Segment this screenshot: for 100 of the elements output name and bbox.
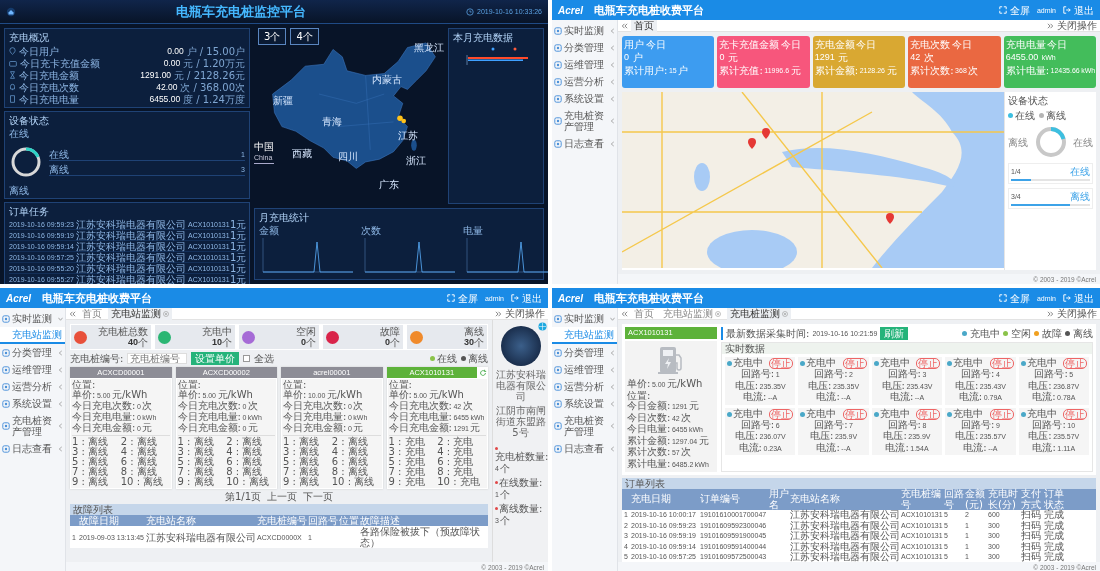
pile-info-label: 位置: <box>627 389 651 401</box>
prev-link[interactable]: 上一页 <box>267 491 298 502</box>
current-label: 电流: <box>738 441 762 453</box>
tile-value: 30 <box>464 337 474 348</box>
sidebar-item[interactable]: 充电桩资产管理 <box>0 412 65 440</box>
voltage-label: 电压: <box>881 379 905 391</box>
sidebar-item[interactable]: 日志查看 <box>552 135 617 152</box>
next-link[interactable]: 下一页 <box>303 491 334 502</box>
search-label: 充电桩编号: <box>70 353 124 364</box>
port-status: 充电中 <box>733 358 763 369</box>
port-status: 3 : 离线 <box>177 447 215 457</box>
tab[interactable]: 充电站监测 <box>660 307 724 320</box>
card-title: 用户 <box>624 39 644 50</box>
pile-info-unit: 元 <box>247 422 258 433</box>
close-icon <box>715 310 721 317</box>
close-tabs-button[interactable]: 关闭操作 <box>505 308 545 319</box>
pile-info-unit: 元/kWh <box>112 389 148 400</box>
province-label[interactable]: 青海 <box>322 116 343 127</box>
fullscreen-link[interactable]: 全屏 <box>1009 4 1030 16</box>
port-status: 9 : 离线 <box>283 477 321 487</box>
sidebar-item[interactable]: 充电桩资产管理 <box>552 412 617 440</box>
table-cell-text: 完成 <box>1044 552 1065 563</box>
sidebar-item[interactable]: 运营分析 <box>552 73 617 90</box>
port-status: 2 : 离线 <box>120 437 158 447</box>
logout-link[interactable]: 退出 <box>1074 292 1094 304</box>
pile-info-unit: 元/kWh <box>667 378 703 389</box>
province-label[interactable]: 黑龙江 <box>413 42 444 54</box>
sidebar-item[interactable]: 充电桩资产管理 <box>552 107 617 135</box>
sidebar-item[interactable]: 运维管理 <box>0 361 65 378</box>
fullscreen-link[interactable]: 全屏 <box>1009 292 1030 304</box>
sidebar-item[interactable]: 运维管理 <box>552 361 617 378</box>
tab[interactable]: 首页 <box>79 307 105 320</box>
sidebar-item[interactable]: 系统设置 <box>552 395 617 412</box>
close-tabs-button[interactable]: 关闭操作 <box>1057 20 1097 31</box>
voltage-label: 电压: <box>734 379 759 391</box>
sidebar-item[interactable]: 运营分析 <box>0 378 65 395</box>
sidebar-item[interactable]: 运维管理 <box>552 56 617 73</box>
port-status: 2 : 离线 <box>226 437 264 447</box>
logout-link[interactable]: 退出 <box>522 292 542 304</box>
province-label[interactable]: 广东 <box>379 179 400 191</box>
tile-value: 0 <box>301 337 306 348</box>
card-title: 充卡充值金额 <box>719 39 780 50</box>
document-icon <box>9 95 16 103</box>
close-tabs-button[interactable]: 关闭操作 <box>1057 308 1097 319</box>
fact-unit: 个 <box>499 489 510 500</box>
pile-info-label: 今日充电电量: <box>72 411 136 422</box>
checkbox[interactable] <box>243 355 251 362</box>
sidebar-subitem[interactable]: 充电站监测 <box>552 327 617 344</box>
voltage-label: 电压: <box>734 430 759 441</box>
column-header: 故障描述 <box>360 515 401 526</box>
stat-value: 42.00 <box>156 81 178 93</box>
sidebar-item[interactable]: 实时监测 <box>0 310 65 327</box>
logo: Acrel <box>558 292 583 304</box>
status-label: 在线 <box>49 148 69 160</box>
fullscreen-link[interactable]: 全屏 <box>457 292 478 304</box>
card-tag: 今日 <box>1047 39 1068 50</box>
square-icon <box>2 314 10 323</box>
double-chevron-right-icon <box>1047 310 1054 317</box>
province-label[interactable]: 江苏 <box>398 130 419 142</box>
pile-info-unit: 次 <box>462 400 473 411</box>
search-field[interactable]: 充电桩编号 <box>127 353 188 364</box>
sidebar-item[interactable]: 日志查看 <box>552 440 617 457</box>
port-status: 6 : 离线 <box>120 457 158 467</box>
port-status: 5 : 充电 <box>388 457 426 467</box>
port-status: 1 : 离线 <box>177 437 215 447</box>
square-icon <box>554 43 562 52</box>
square-icon <box>554 444 562 453</box>
province-label[interactable]: 四川 <box>337 151 358 163</box>
logout-link[interactable]: 退出 <box>1074 4 1094 16</box>
sidebar-item[interactable]: 分类管理 <box>0 344 65 361</box>
section-title: 订单列表 <box>622 478 1096 489</box>
sidebar-item[interactable]: 实时监测 <box>552 310 617 327</box>
tile-unit: 个 <box>222 337 232 348</box>
card-tag: 今日 <box>780 39 801 50</box>
sidebar-item[interactable]: 分类管理 <box>552 344 617 361</box>
legend-label: 离线 <box>468 353 488 364</box>
sidebar-subitem[interactable]: 充电站监测 <box>0 327 65 344</box>
sidebar-item[interactable]: 系统设置 <box>552 90 617 107</box>
logo: Acrel <box>6 292 31 304</box>
legend-label: 空闲 <box>1011 328 1031 339</box>
province-label[interactable]: 内蒙古 <box>371 73 402 85</box>
sidebar-item[interactable]: 运营分析 <box>552 378 617 395</box>
expand-icon <box>446 294 455 302</box>
sidebar-item[interactable]: 日志查看 <box>0 440 65 457</box>
card-value: 0 <box>624 52 629 63</box>
table-cell-text: 完成 <box>1044 541 1065 552</box>
pile-info-unit: 元/kWh <box>428 389 464 400</box>
tab[interactable]: 首页 <box>631 307 657 320</box>
pile-info-unit: 次 <box>142 400 153 411</box>
sidebar-item[interactable]: 实时监测 <box>552 22 617 39</box>
sidebar-item[interactable]: 系统设置 <box>0 395 65 412</box>
province-label[interactable]: 西藏 <box>292 147 312 159</box>
order-amount: 1元 <box>230 218 247 230</box>
province-label[interactable]: 新疆 <box>273 94 293 106</box>
stat-unit: 度 <box>183 93 194 105</box>
province-label[interactable]: 浙江 <box>406 154 426 166</box>
sidebar-item[interactable]: 分类管理 <box>552 39 617 56</box>
pile-info-label: 单价: <box>72 389 96 400</box>
order-amount: 1元 <box>230 229 247 241</box>
bell-icon <box>9 83 16 91</box>
